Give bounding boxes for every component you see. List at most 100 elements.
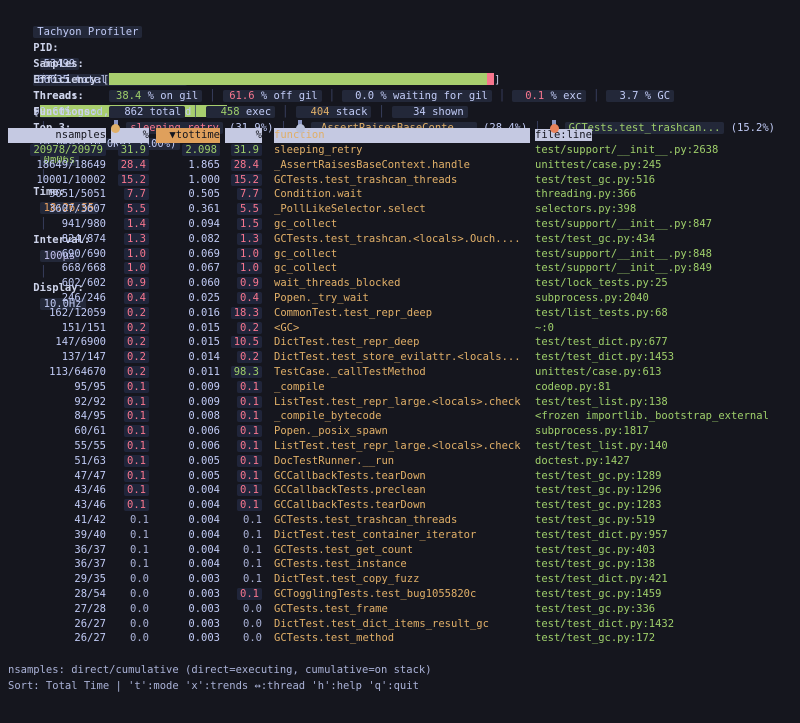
nsamples-cell: 92/92: [74, 396, 106, 408]
function-name-cell: GCCallbackTests.preclean: [274, 483, 530, 498]
function-name-cell: ListTest.test_repr_large.<locals>.check: [274, 439, 530, 454]
thread-stat-unit: % exc: [544, 90, 582, 102]
tottime-cell: 0.009: [188, 396, 220, 408]
pct-direct-cell: 0.4: [124, 292, 149, 304]
separator: │: [593, 90, 599, 102]
pct-cumulative-cell: 98.3: [231, 366, 262, 378]
table-row: 41/420.10.0040.1GCTests.test_trashcan_th…: [8, 513, 800, 528]
function-stat-unit: exec: [240, 106, 272, 118]
nsamples-cell: 41/42: [74, 514, 106, 526]
column-header-function[interactable]: function: [274, 128, 530, 143]
function-name-cell: gc_collect: [274, 261, 530, 276]
function-name-cell: GCTogglingTests.test_bug1055820c: [274, 587, 530, 602]
tottime-cell: 0.003: [188, 603, 220, 615]
column-header-fileline[interactable]: file:line: [535, 128, 800, 143]
pct-direct-cell: 1.3: [124, 233, 149, 245]
function-name-cell: DictTest.test_container_iterator: [274, 528, 530, 543]
function-name-cell: TestCase._callTestMethod: [274, 365, 530, 380]
table-row: 690/6901.00.0691.0gc_collecttest/support…: [8, 247, 800, 262]
thread-stat-value: 0.0: [346, 88, 374, 104]
threads-label: Threads:: [33, 88, 109, 104]
pct-cumulative-cell: 0.1: [243, 573, 262, 585]
column-header-pct-cumulative[interactable]: %: [225, 128, 262, 143]
table-row: 47/470.10.0050.1GCCallbackTests.tearDown…: [8, 469, 800, 484]
pct-direct-cell: 0.2: [124, 322, 149, 334]
function-stat: 404 stack: [296, 106, 372, 118]
pct-direct-cell: 0.0: [130, 588, 149, 600]
nsamples-cell: 55/55: [74, 440, 106, 452]
pct-cumulative-cell: 0.1: [243, 529, 262, 541]
efficiency-label: Efficiency:: [33, 74, 103, 86]
function-stat-value: 404: [300, 104, 330, 120]
thread-stat-unit: % on gil: [141, 90, 198, 102]
function-stat: 458 exec: [206, 106, 276, 118]
pct-direct-cell: 0.1: [124, 455, 149, 467]
file-line-cell: test/test_list.py:138: [535, 395, 800, 410]
tottime-cell: 0.003: [188, 632, 220, 644]
separator: │: [282, 106, 288, 118]
file-line-cell: unittest/case.py:245: [535, 158, 800, 173]
legend-line: nsamples: direct/cumulative (direct=exec…: [8, 662, 800, 678]
functions-label: Functions:: [33, 104, 109, 120]
tottime-cell: 0.004: [188, 558, 220, 570]
tottime-cell: 0.505: [188, 188, 220, 200]
pct-direct-cell: 15.2: [118, 174, 149, 186]
function-stat: 862 total: [109, 106, 185, 118]
samples-label: Samples:: [33, 56, 109, 72]
table-row: 602/6020.90.0600.9wait_threads_blockedte…: [8, 276, 800, 291]
file-line-cell: subprocess.py:1817: [535, 424, 800, 439]
tottime-cell: 0.003: [188, 588, 220, 600]
table-row: 60/610.10.0060.1Popen._posix_spawnsubpro…: [8, 424, 800, 439]
nsamples-cell: 602/602: [62, 277, 106, 289]
tottime-cell: 0.004: [188, 484, 220, 496]
column-header-nsamples[interactable]: nsamples: [8, 128, 106, 143]
file-line-cell: test/test_gc.py:1289: [535, 469, 800, 484]
nsamples-cell: 43/46: [74, 499, 106, 511]
pct-direct-cell: 0.0: [130, 632, 149, 644]
tottime-cell: 0.067: [188, 262, 220, 274]
file-line-cell: unittest/case.py:613: [535, 365, 800, 380]
file-line-cell: test/support/__init__.py:847: [535, 217, 800, 232]
file-line-cell: test/test_gc.py:434: [535, 232, 800, 247]
pct-direct-cell: 0.1: [124, 440, 149, 452]
pct-direct-cell: 31.9: [118, 144, 149, 156]
function-name-cell: _PollLikeSelector.select: [274, 202, 530, 217]
tottime-cell: 0.016: [188, 307, 220, 319]
pct-cumulative-cell: 0.4: [237, 292, 262, 304]
pct-cumulative-cell: 0.1: [237, 484, 262, 496]
nsamples-cell: 60/61: [74, 425, 106, 437]
pct-cumulative-cell: 0.1: [237, 470, 262, 482]
table-row: 10001/1000215.21.00015.2GCTests.test_tra…: [8, 173, 800, 188]
tottime-cell: 2.098: [182, 144, 220, 156]
nsamples-cell: 39/40: [74, 529, 106, 541]
pct-cumulative-cell: 0.1: [237, 440, 262, 452]
file-line-cell: test/test_list.py:140: [535, 439, 800, 454]
nsamples-cell: 5051/5051: [49, 188, 106, 200]
table-row: 20978/2097931.92.09831.9sleeping_retryte…: [8, 143, 800, 158]
function-name-cell: ListTest.test_repr_large.<locals>.check: [274, 395, 530, 410]
pct-direct-cell: 0.1: [130, 544, 149, 556]
nsamples-cell: 162/12059: [49, 307, 106, 319]
tottime-cell: 0.004: [188, 544, 220, 556]
pct-direct-cell: 0.1: [124, 381, 149, 393]
samples-line: Samples: 66035 total (10000.3/s) [] 10.0…: [8, 40, 800, 56]
function-name-cell: GCTests.test_trashcan_threads: [274, 513, 530, 528]
tottime-cell: 0.003: [188, 618, 220, 630]
table-row: 95/950.10.0090.1_compilecodeop.py:81: [8, 380, 800, 395]
table-row: 162/120590.20.01618.3CommonTest.test_rep…: [8, 306, 800, 321]
pct-cumulative-cell: 0.1: [237, 381, 262, 393]
pct-direct-cell: 0.2: [124, 336, 149, 348]
file-line-cell: test/list_tests.py:68: [535, 306, 800, 321]
function-name-cell: gc_collect: [274, 247, 530, 262]
tottime-cell: 0.005: [188, 470, 220, 482]
nsamples-cell: 84/95: [74, 410, 106, 422]
nsamples-cell: 51/63: [74, 455, 106, 467]
function-name-cell: GCCallbackTests.tearDown: [274, 469, 530, 484]
column-header-tottime-sorted[interactable]: ▼tottime: [156, 128, 220, 143]
functions-stats: 862 total│458 exec│404 stack│34 shown: [109, 106, 467, 118]
file-line-cell: test/support/__init__.py:2638: [535, 143, 800, 158]
pct-cumulative-cell: 0.1: [237, 410, 262, 422]
function-name-cell: DictTest.test_repr_deep: [274, 335, 530, 350]
function-name-cell: GCTests.test_get_count: [274, 543, 530, 558]
table-row: 151/1510.20.0150.2<GC>~:0: [8, 321, 800, 336]
